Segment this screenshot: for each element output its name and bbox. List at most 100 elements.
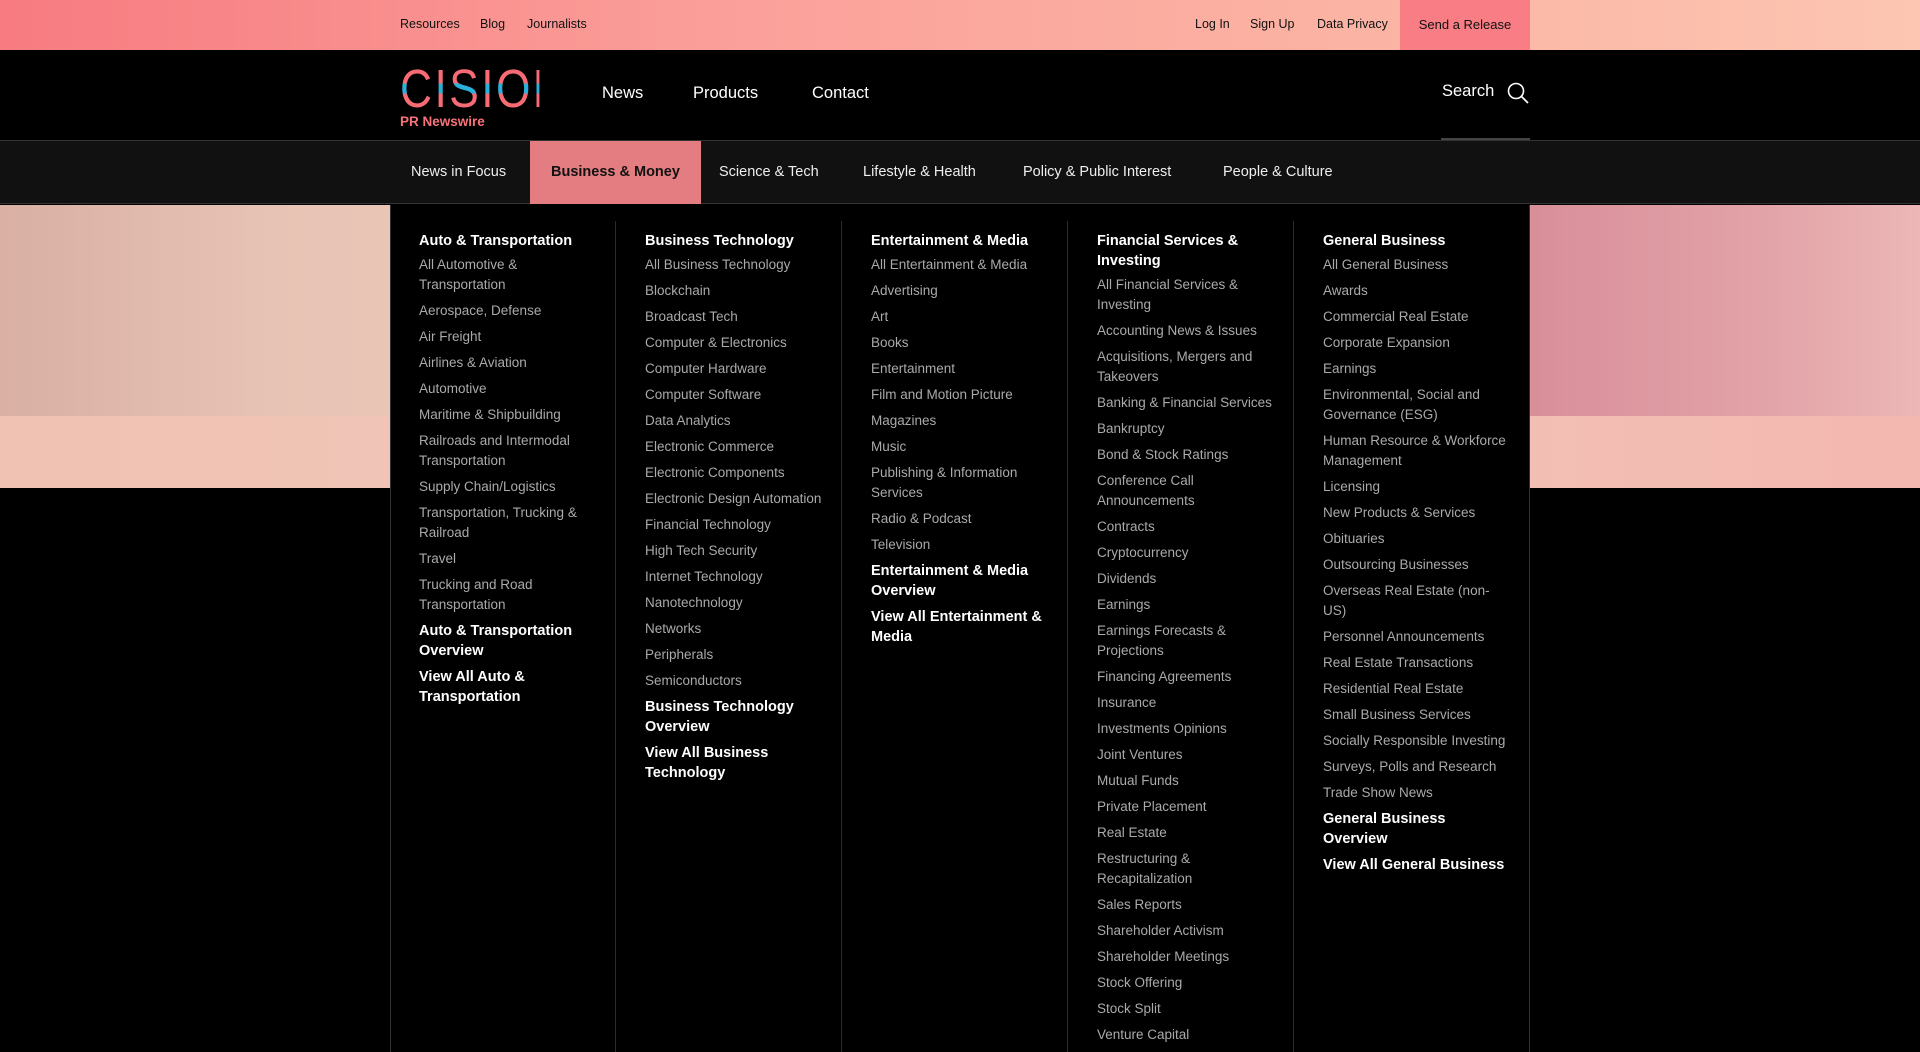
menu-item-link[interactable]: Environmental, Social and Governance (ES… [1323,385,1511,425]
menu-item-link[interactable]: All Entertainment & Media [871,255,1059,275]
menu-item-link[interactable]: Corporate Expansion [1323,333,1511,353]
menu-view-all-link[interactable]: View All General Business [1323,855,1511,875]
menu-item-link[interactable]: Small Business Services [1323,705,1511,725]
menu-item-link[interactable]: Financing Agreements [1097,667,1285,687]
menu-item-link[interactable]: Licensing [1323,477,1511,497]
menu-column-title[interactable]: General Business [1323,231,1511,251]
menu-item-link[interactable]: Shareholder Meetings [1097,947,1285,967]
menu-item-link[interactable]: Accounting News & Issues [1097,321,1285,341]
menu-item-link[interactable]: Earnings Forecasts & Projections [1097,621,1285,661]
menu-item-link[interactable]: Air Freight [419,327,607,347]
nav-contact[interactable]: Contact [812,84,869,103]
menu-item-link[interactable]: Real Estate [1097,823,1285,843]
menu-item-link[interactable]: Airlines & Aviation [419,353,607,373]
nav-products[interactable]: Products [693,84,758,103]
menu-item-link[interactable]: Venture Capital [1097,1025,1285,1045]
menu-item-link[interactable]: Transportation, Trucking & Railroad [419,503,607,543]
menu-column-title[interactable]: Entertainment & Media [871,231,1059,251]
menu-item-link[interactable]: Computer Hardware [645,359,833,379]
menu-item-link[interactable]: Broadcast Tech [645,307,833,327]
tab-business-money[interactable]: Business & Money [530,141,701,204]
menu-item-link[interactable]: Electronic Commerce [645,437,833,457]
menu-item-link[interactable]: Maritime & Shipbuilding [419,405,607,425]
menu-item-link[interactable]: Trade Show News [1323,783,1511,803]
menu-item-link[interactable]: Restructuring & Recapitalization [1097,849,1285,889]
tab-policy-public-interest[interactable]: Policy & Public Interest [1012,141,1182,204]
menu-item-link[interactable]: Private Placement [1097,797,1285,817]
menu-item-link[interactable]: Shareholder Activism [1097,921,1285,941]
menu-item-link[interactable]: Socially Responsible Investing [1323,731,1511,751]
menu-column-title[interactable]: Auto & Transportation [419,231,607,251]
menu-item-link[interactable]: Television [871,535,1059,555]
tab-news-in-focus[interactable]: News in Focus [400,141,517,204]
menu-column-title[interactable]: Business Technology [645,231,833,251]
menu-item-link[interactable]: Music [871,437,1059,457]
menu-item-link[interactable]: Earnings [1323,359,1511,379]
menu-item-link[interactable]: Acquisitions, Mergers and Takeovers [1097,347,1285,387]
menu-item-link[interactable]: Financial Technology [645,515,833,535]
menu-item-link[interactable]: Books [871,333,1059,353]
menu-item-link[interactable]: Commercial Real Estate [1323,307,1511,327]
menu-item-link[interactable]: Travel [419,549,607,569]
menu-item-link[interactable]: Peripherals [645,645,833,665]
cision-logo[interactable]: CISION PR Newswire [400,62,570,132]
resources-link[interactable]: Resources [400,17,460,31]
menu-item-link[interactable]: Computer Software [645,385,833,405]
menu-item-link[interactable]: All Business Technology [645,255,833,275]
nav-news[interactable]: News [602,84,643,103]
menu-item-link[interactable]: Publishing & Information Services [871,463,1059,503]
menu-overview-link[interactable]: Business Technology Overview [645,697,833,737]
login-link[interactable]: Log In [1195,17,1230,31]
menu-item-link[interactable]: Stock Offering [1097,973,1285,993]
menu-view-all-link[interactable]: View All Business Technology [645,743,833,783]
menu-item-link[interactable]: Bond & Stock Ratings [1097,445,1285,465]
menu-item-link[interactable]: Outsourcing Businesses [1323,555,1511,575]
menu-item-link[interactable]: All Automotive & Transportation [419,255,607,295]
menu-overview-link[interactable]: General Business Overview [1323,809,1511,849]
menu-item-link[interactable]: Stock Split [1097,999,1285,1019]
menu-item-link[interactable]: Radio & Podcast [871,509,1059,529]
menu-item-link[interactable]: Automotive [419,379,607,399]
menu-item-link[interactable]: Investments Opinions [1097,719,1285,739]
menu-item-link[interactable]: Computer & Electronics [645,333,833,353]
data-privacy-link[interactable]: Data Privacy [1317,17,1388,31]
menu-item-link[interactable]: High Tech Security [645,541,833,561]
menu-column-title[interactable]: Financial Services & Investing [1097,231,1285,271]
menu-item-link[interactable]: Electronic Components [645,463,833,483]
menu-item-link[interactable]: Electronic Design Automation [645,489,833,509]
tab-lifestyle-health[interactable]: Lifestyle & Health [852,141,987,204]
menu-item-link[interactable]: Banking & Financial Services [1097,393,1285,413]
menu-item-link[interactable]: Human Resource & Workforce Management [1323,431,1511,471]
menu-item-link[interactable]: Real Estate Transactions [1323,653,1511,673]
tab-people-culture[interactable]: People & Culture [1212,141,1344,204]
signup-link[interactable]: Sign Up [1250,17,1294,31]
send-release-button[interactable]: Send a Release [1400,0,1530,50]
menu-item-link[interactable]: Residential Real Estate [1323,679,1511,699]
menu-item-link[interactable]: Sales Reports [1097,895,1285,915]
menu-item-link[interactable]: Awards [1323,281,1511,301]
menu-item-link[interactable]: Art [871,307,1059,327]
menu-item-link[interactable]: All Financial Services & Investing [1097,275,1285,315]
menu-item-link[interactable]: Mutual Funds [1097,771,1285,791]
menu-item-link[interactable]: Entertainment [871,359,1059,379]
menu-item-link[interactable]: Personnel Announcements [1323,627,1511,647]
menu-item-link[interactable]: Dividends [1097,569,1285,589]
menu-item-link[interactable]: All General Business [1323,255,1511,275]
menu-view-all-link[interactable]: View All Entertainment & Media [871,607,1059,647]
menu-item-link[interactable]: Networks [645,619,833,639]
menu-overview-link[interactable]: Entertainment & Media Overview [871,561,1059,601]
menu-view-all-link[interactable]: View All Auto & Transportation [419,667,607,707]
blog-link[interactable]: Blog [480,17,505,31]
menu-item-link[interactable]: Railroads and Intermodal Transportation [419,431,607,471]
menu-item-link[interactable]: Cryptocurrency [1097,543,1285,563]
menu-item-link[interactable]: Magazines [871,411,1059,431]
menu-item-link[interactable]: Blockchain [645,281,833,301]
menu-item-link[interactable]: New Products & Services [1323,503,1511,523]
menu-item-link[interactable]: Conference Call Announcements [1097,471,1285,511]
menu-item-link[interactable]: Internet Technology [645,567,833,587]
menu-item-link[interactable]: Insurance [1097,693,1285,713]
menu-item-link[interactable]: Nanotechnology [645,593,833,613]
menu-item-link[interactable]: Trucking and Road Transportation [419,575,607,615]
menu-item-link[interactable]: Aerospace, Defense [419,301,607,321]
menu-item-link[interactable]: Obituaries [1323,529,1511,549]
